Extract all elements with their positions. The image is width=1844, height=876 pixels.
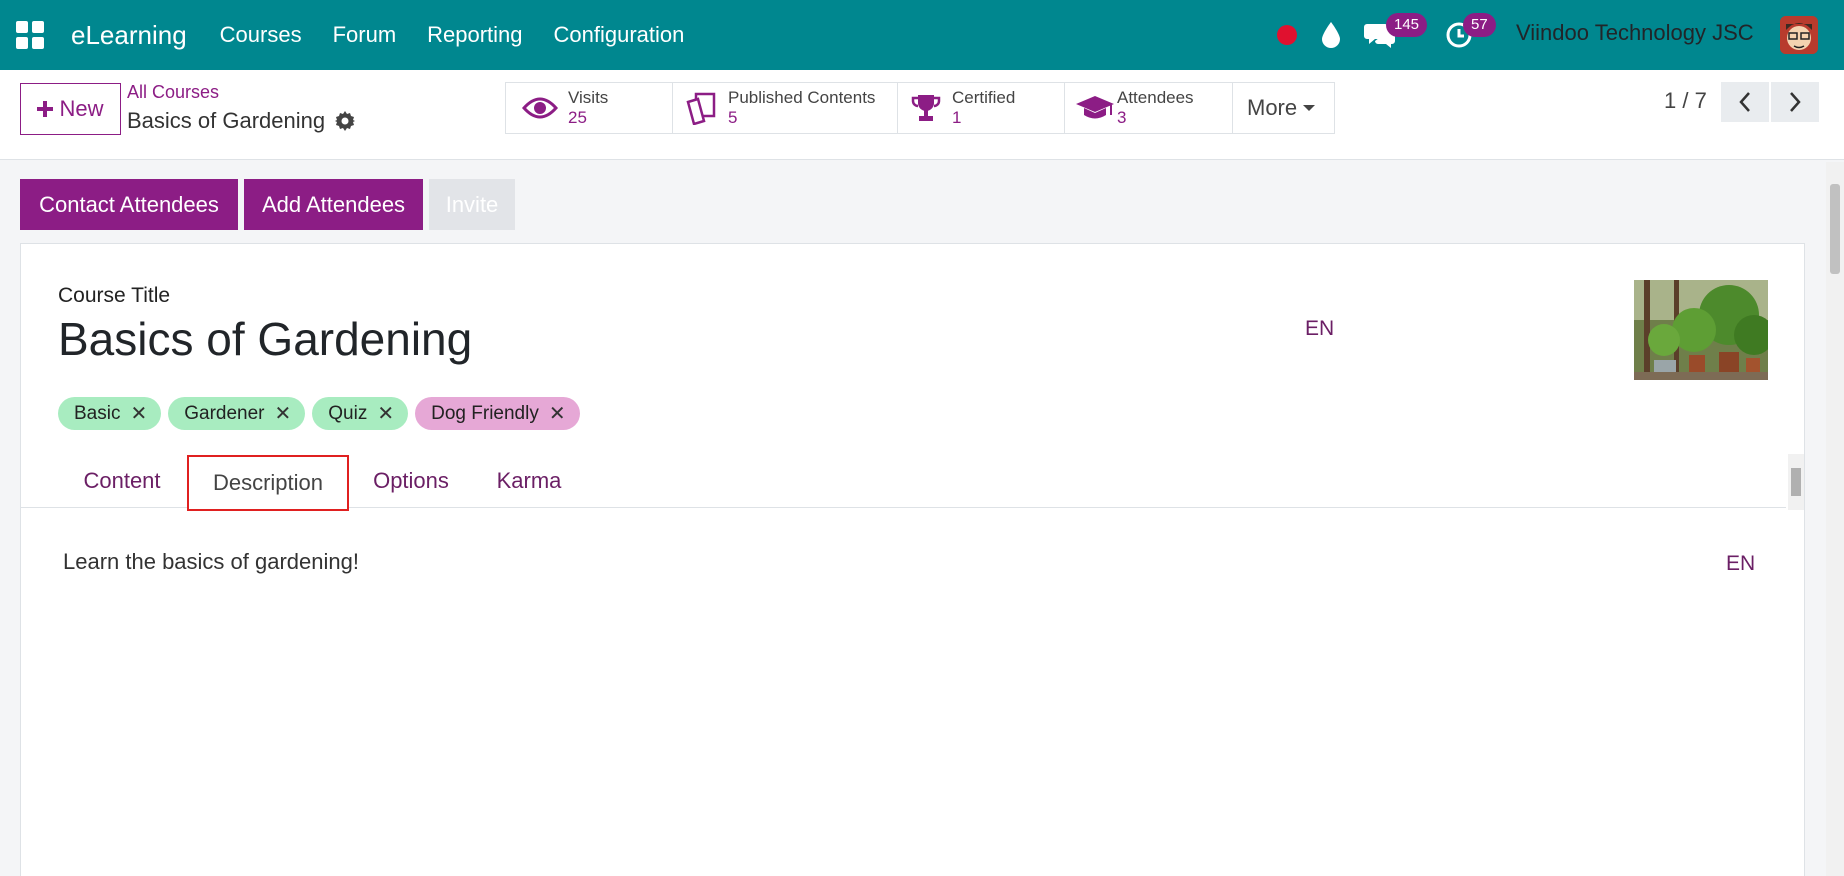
tab-options[interactable]: Options <box>361 454 461 508</box>
main-menu: Courses Forum Reporting Configuration <box>205 22 701 48</box>
stat-published-value: 5 <box>728 108 738 127</box>
plus-icon <box>37 101 54 117</box>
tag-quiz-label: Quiz <box>328 402 368 424</box>
more-label: More <box>1247 95 1298 120</box>
chevron-right-icon <box>1790 92 1801 112</box>
new-button-label: New <box>59 96 104 121</box>
stat-attendees-value: 3 <box>1117 108 1127 127</box>
stat-attendees-label: Attendees <box>1117 88 1194 107</box>
trophy-icon <box>911 95 941 121</box>
stat-published-contents[interactable]: Published Contents 5 <box>672 82 898 134</box>
stat-certified-value: 1 <box>952 108 962 127</box>
tag-gardener-label: Gardener <box>184 402 265 424</box>
description-editor[interactable]: Learn the basics of gardening! <box>63 549 359 575</box>
invite-button[interactable]: Invite <box>429 179 515 230</box>
graduation-cap-icon <box>1076 96 1114 119</box>
stat-visits-value: 25 <box>568 108 587 127</box>
remove-tag-icon[interactable]: ✕ <box>549 401 566 426</box>
tab-karma[interactable]: Karma <box>479 454 579 508</box>
activities-badge: 57 <box>1463 13 1496 37</box>
tab-description[interactable]: Description <box>187 455 349 511</box>
drop-icon[interactable] <box>1320 21 1342 49</box>
caret-down-icon <box>1303 105 1316 111</box>
chevron-left-icon <box>1739 92 1750 112</box>
control-panel: New All Courses Basics of Gardening Visi… <box>0 70 1844 160</box>
remove-tag-icon[interactable]: ✕ <box>275 401 292 426</box>
record-icon[interactable] <box>1277 25 1297 45</box>
apps-menu-icon[interactable] <box>16 21 44 49</box>
menu-forum[interactable]: Forum <box>333 22 397 48</box>
menu-configuration[interactable]: Configuration <box>554 22 685 48</box>
breadcrumb-all-courses[interactable]: All Courses <box>127 82 219 103</box>
tabs-scrollbar[interactable] <box>1788 454 1804 510</box>
description-language-button[interactable]: EN <box>1726 552 1755 576</box>
stat-certified[interactable]: Certified 1 <box>897 82 1065 134</box>
notebook-tabs: Content Description Options Karma <box>21 454 1786 511</box>
tab-content[interactable]: Content <box>57 454 187 508</box>
eye-icon <box>522 97 558 119</box>
pager-next-button[interactable] <box>1771 82 1819 122</box>
pager-previous-button[interactable] <box>1721 82 1769 122</box>
stat-published-label: Published Contents <box>728 88 876 107</box>
menu-courses[interactable]: Courses <box>220 22 302 48</box>
course-image[interactable] <box>1634 280 1768 380</box>
remove-tag-icon[interactable]: ✕ <box>130 401 147 426</box>
tag-quiz: Quiz ✕ <box>312 397 409 430</box>
record-name-label: Basics of Gardening <box>127 108 326 133</box>
stat-visits[interactable]: Visits 25 <box>505 82 673 134</box>
tag-gardener: Gardener ✕ <box>168 397 306 430</box>
form-sheet: Course Title Basics of Gardening EN Basi… <box>20 243 1805 876</box>
stat-attendees[interactable]: Attendees 3 <box>1064 82 1233 134</box>
pager-value[interactable]: 1 / 7 <box>1664 88 1707 114</box>
app-name[interactable]: eLearning <box>71 20 187 51</box>
record-name: Basics of Gardening <box>127 108 356 134</box>
page-scrollbar[interactable] <box>1826 162 1844 876</box>
documents-icon <box>686 92 716 125</box>
more-dropdown[interactable]: More <box>1232 82 1335 134</box>
company-switcher[interactable]: Viindoo Technology JSC <box>1516 20 1754 46</box>
new-button[interactable]: New <box>20 83 121 135</box>
tag-basic-label: Basic <box>74 402 121 424</box>
stat-certified-label: Certified <box>952 88 1016 107</box>
user-avatar[interactable] <box>1780 16 1818 54</box>
stat-visits-label: Visits <box>568 88 609 107</box>
tags-field[interactable]: Basic ✕ Gardener ✕ Quiz ✕ Dog Friendly ✕ <box>58 397 580 430</box>
course-title-input[interactable]: Basics of Gardening <box>58 312 472 366</box>
add-attendees-button[interactable]: Add Attendees <box>244 179 423 230</box>
tag-basic: Basic ✕ <box>58 397 162 430</box>
course-title-label: Course Title <box>58 284 171 307</box>
remove-tag-icon[interactable]: ✕ <box>377 401 394 426</box>
messages-badge: 145 <box>1386 13 1428 37</box>
title-language-button[interactable]: EN <box>1305 317 1334 341</box>
contact-attendees-button[interactable]: Contact Attendees <box>20 179 238 230</box>
tag-dog-friendly-label: Dog Friendly <box>431 402 539 424</box>
menu-reporting[interactable]: Reporting <box>427 22 522 48</box>
tag-dog-friendly: Dog Friendly ✕ <box>415 397 580 430</box>
gear-icon[interactable] <box>335 111 356 131</box>
